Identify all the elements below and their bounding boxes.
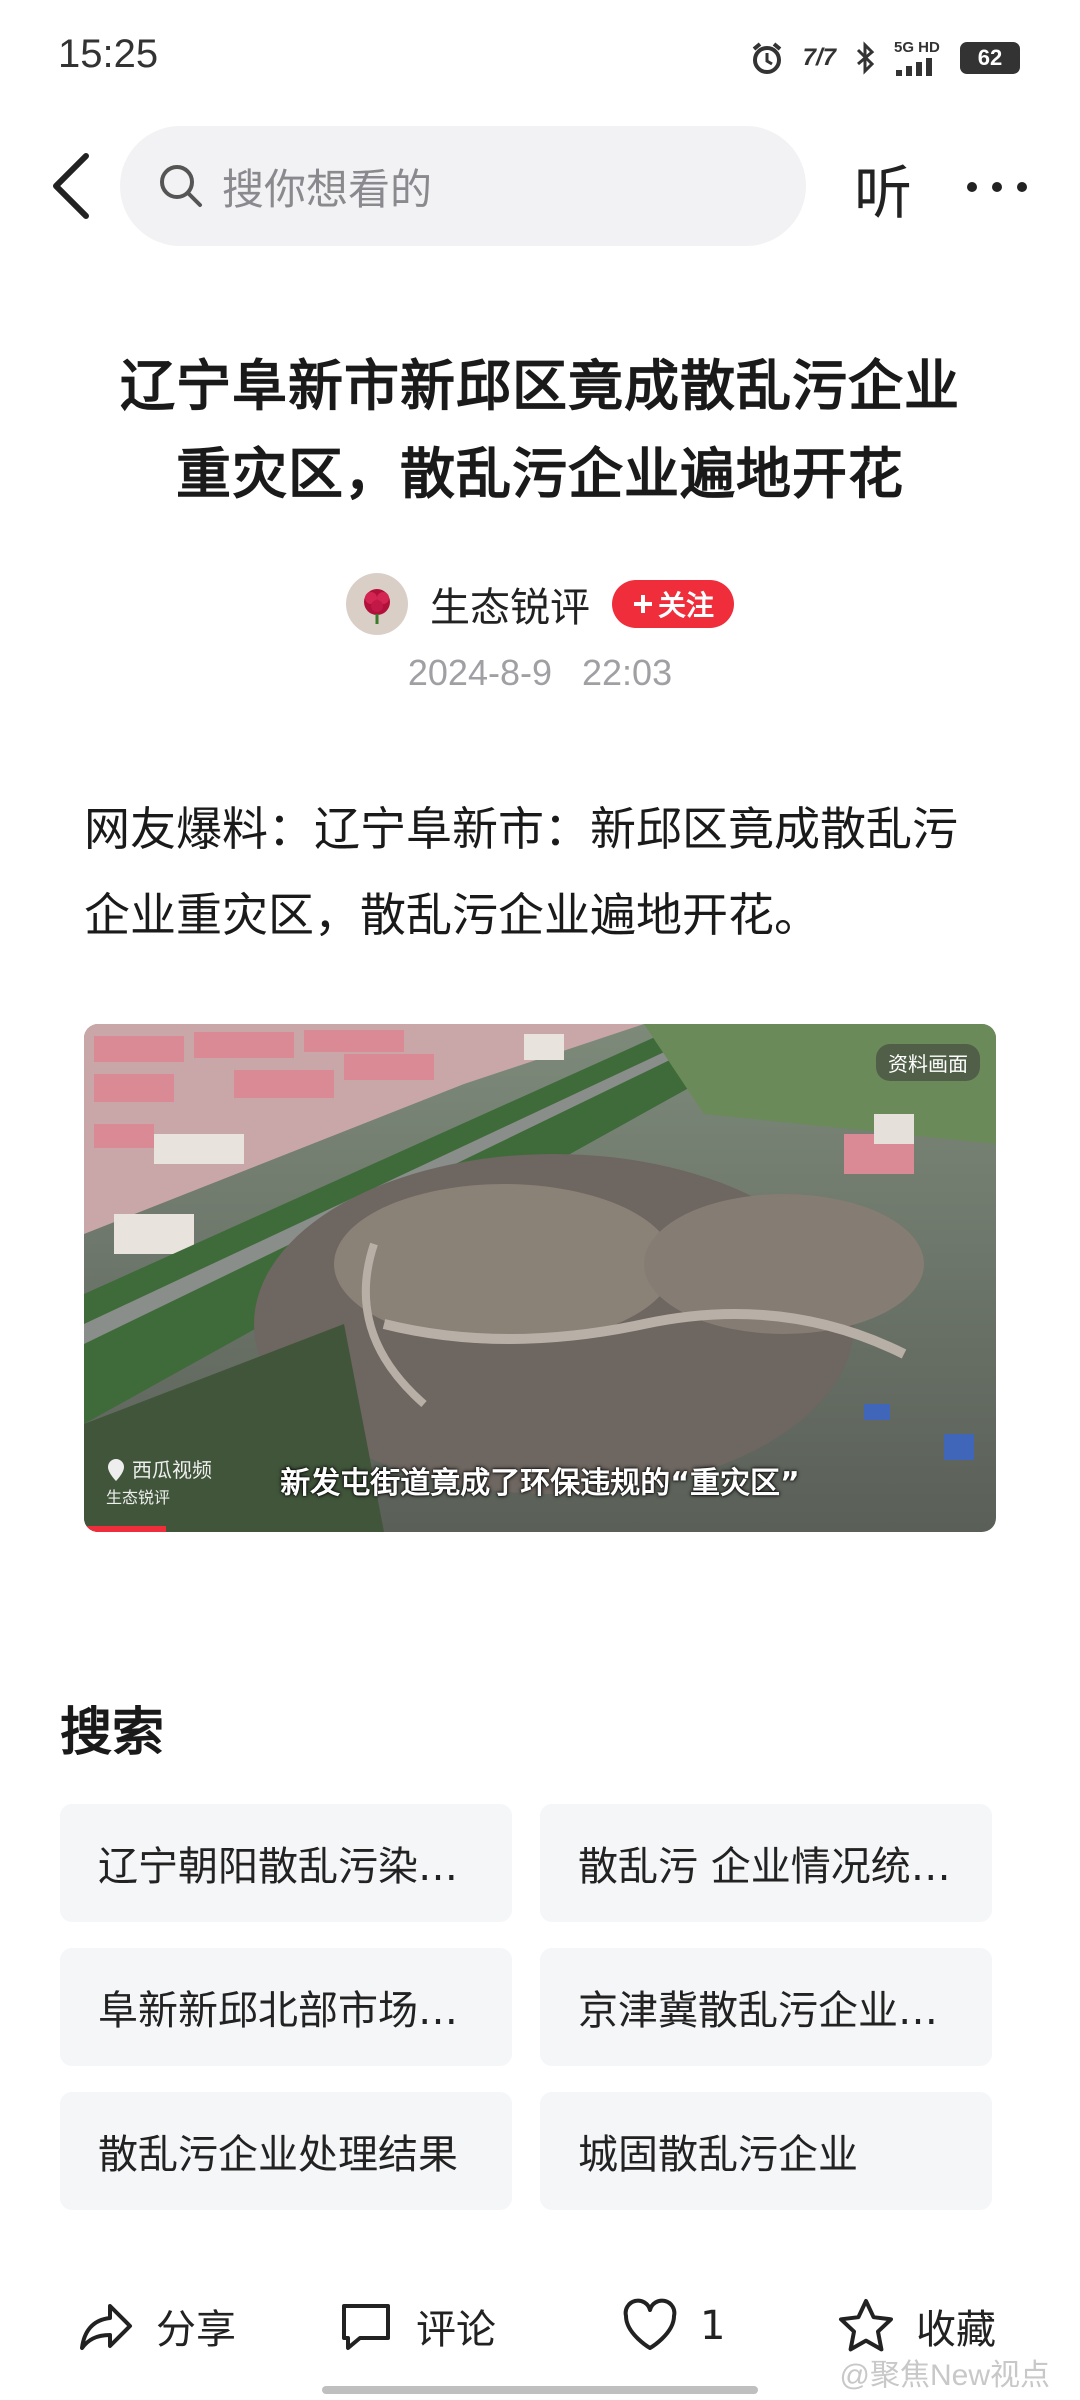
video-source-tag: 资料画面	[876, 1044, 980, 1081]
search-suggestion-chip[interactable]: 城固散乱污企业	[540, 2092, 992, 2210]
article-title: 辽宁阜新市新邱区竟成散乱污企业 重灾区，散乱污企业遍地开花	[60, 342, 1020, 518]
article-body-line1: 网友爆料：辽宁阜新市：新邱区竟成散乱污	[84, 802, 958, 856]
follow-label: 关注	[657, 589, 714, 622]
status-time: 15:25	[58, 32, 159, 76]
comment-label: 评论	[416, 2307, 496, 2353]
article-title-line1: 辽宁阜新市新邱区竟成散乱污企业	[119, 354, 960, 418]
home-indicator[interactable]	[322, 2386, 758, 2394]
weibo-watermark: @聚焦New视点	[839, 2359, 1050, 2392]
favorite-button[interactable]: 收藏	[836, 2296, 996, 2356]
article-body: 网友爆料：辽宁阜新市：新邱区竟成散乱污 企业重灾区，散乱污企业遍地开花。	[84, 786, 1004, 958]
search-input[interactable]: 搜你想看的	[120, 126, 806, 246]
search-suggestion-chip[interactable]: 阜新新邱北部市场…	[60, 1948, 512, 2066]
heart-icon	[623, 2298, 677, 2350]
video-progress-bar[interactable]	[84, 1526, 167, 1532]
like-count: 1	[700, 2303, 726, 2349]
search-suggestion-chip[interactable]: 散乱污 企业情况统…	[540, 1804, 992, 1922]
battery-indicator: 62	[960, 42, 1020, 74]
status-bar: 15:25 7/7 5G HD 62	[0, 0, 1080, 120]
chevron-left-icon	[53, 153, 89, 219]
search-suggestion-chip[interactable]: 京津冀散乱污企业…	[540, 1948, 992, 2066]
status-icons: 7/7 5G HD 62	[749, 36, 1020, 80]
search-icon	[160, 165, 202, 207]
star-icon	[839, 2299, 893, 2352]
article-title-line2: 重灾区，散乱污企业遍地开花	[175, 442, 904, 506]
article-body-line2: 企业重灾区，散乱污企业遍地开花。	[84, 888, 820, 942]
signal-icon	[896, 58, 932, 76]
author-avatar[interactable]	[345, 573, 408, 635]
bluetooth-icon	[854, 41, 876, 75]
publish-date: 2024-8-9 22:03	[407, 652, 673, 693]
comment-button[interactable]: 评论	[336, 2296, 496, 2356]
signal-group: 5G HD	[894, 40, 942, 76]
search-suggestion-chip[interactable]: 辽宁朝阳散乱污染…	[60, 1804, 512, 1922]
search-section-heading: 搜索	[60, 1703, 165, 1763]
favorite-label: 收藏	[916, 2307, 996, 2353]
author-row: 生态锐评 关注	[0, 572, 1080, 636]
video-thumbnail	[84, 1024, 996, 1532]
like-button[interactable]: 1	[620, 2296, 725, 2356]
video-player[interactable]: 资料画面 西瓜视频 生态锐评 新发屯街道竟成了环保违规的“重灾区”	[84, 1024, 996, 1532]
share-icon	[80, 2304, 132, 2350]
plus-icon	[633, 595, 652, 613]
comment-icon	[342, 2304, 390, 2350]
video-caption: 新发屯街道竟成了环保违规的“重灾区”	[280, 1466, 800, 1501]
alarm-icon	[749, 40, 785, 76]
carrier-speed-text: 7/7	[802, 44, 836, 71]
back-button[interactable]	[44, 150, 104, 222]
follow-button[interactable]: 关注	[611, 580, 734, 628]
listen-button[interactable]: 听	[854, 146, 912, 230]
network-label: 5G HD	[894, 39, 940, 56]
more-options-button[interactable]	[962, 152, 1032, 222]
author-name[interactable]: 生态锐评	[430, 575, 590, 633]
more-icon	[967, 182, 1027, 192]
flower-icon	[363, 589, 390, 624]
search-placeholder: 搜你想看的	[222, 164, 433, 214]
top-nav: 搜你想看的 听	[0, 120, 1080, 250]
share-label: 分享	[156, 2307, 236, 2353]
search-suggestion-chip[interactable]: 散乱污企业处理结果	[60, 2092, 512, 2210]
share-button[interactable]: 分享	[76, 2296, 236, 2356]
